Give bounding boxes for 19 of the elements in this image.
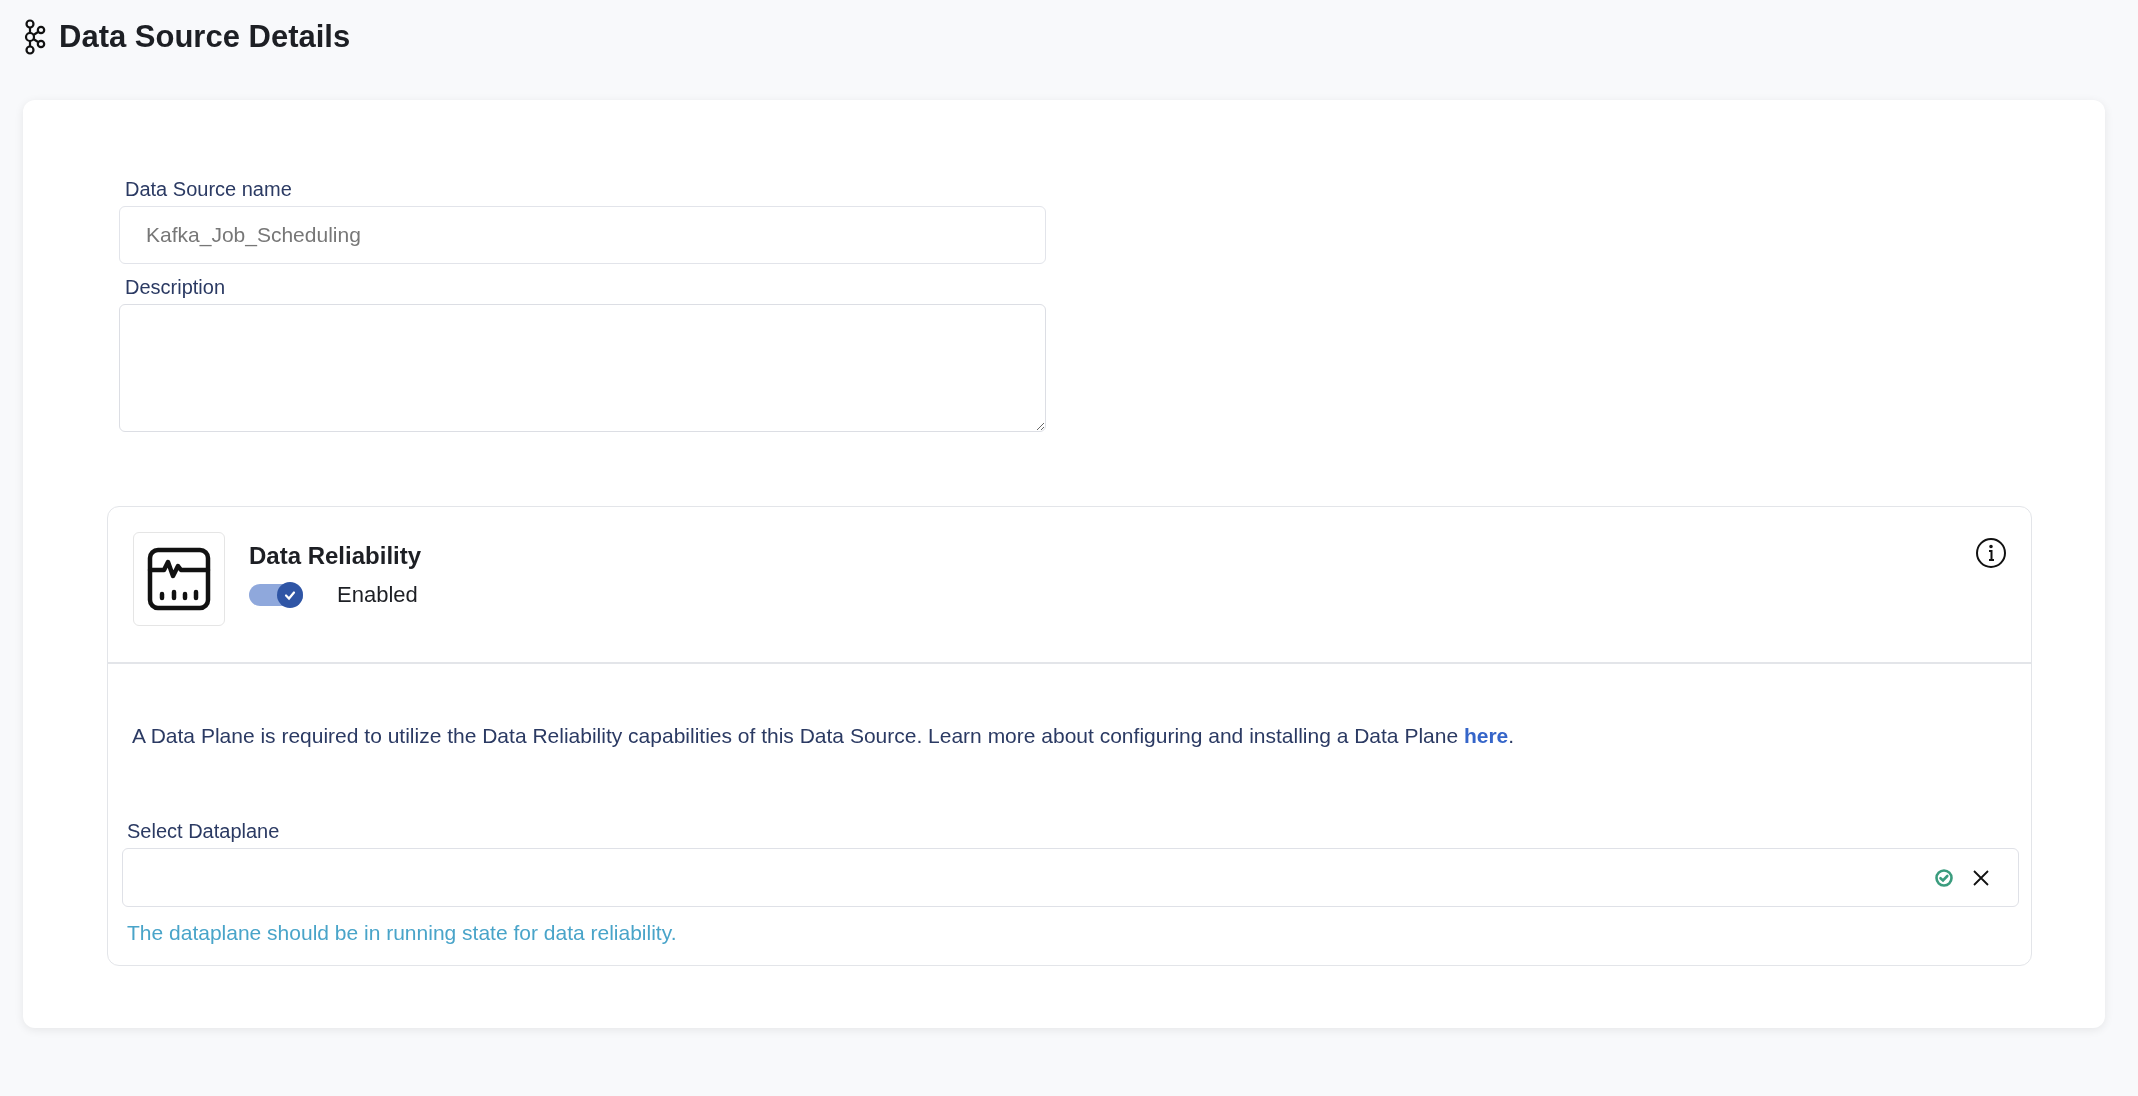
description-input-field[interactable] xyxy=(119,304,1046,432)
field-label: Select Dataplane xyxy=(127,820,281,843)
notice-text: A Data Plane is required to utilize the Data Reliability capabilities of this Data Source. Learn more about configuring and installing a Data Plane here. xyxy=(132,724,1516,748)
section-title: Data Reliability xyxy=(249,542,422,570)
toggle-switch[interactable] xyxy=(249,584,303,606)
hint-text: The dataplane should be in running state for data reliability. xyxy=(127,921,678,945)
field-label: Data Source name xyxy=(125,178,293,201)
page-title: Data Source Details xyxy=(59,19,351,55)
dataplane-select-field[interactable] xyxy=(122,848,2019,907)
info-icon[interactable] xyxy=(1975,537,2007,569)
check-circle-icon xyxy=(1934,867,1954,888)
checkmark-icon xyxy=(283,588,297,602)
toggle-label: Enabled xyxy=(337,582,418,608)
here-link[interactable]: here xyxy=(1463,724,1509,747)
kafka-nodes-icon xyxy=(23,19,47,55)
clear-icon[interactable] xyxy=(1972,868,1990,887)
field-label: Description xyxy=(125,276,227,299)
monitor-pulse-icon xyxy=(146,546,212,612)
name-input-field[interactable]: Kafka_Job_Scheduling xyxy=(119,206,1046,264)
